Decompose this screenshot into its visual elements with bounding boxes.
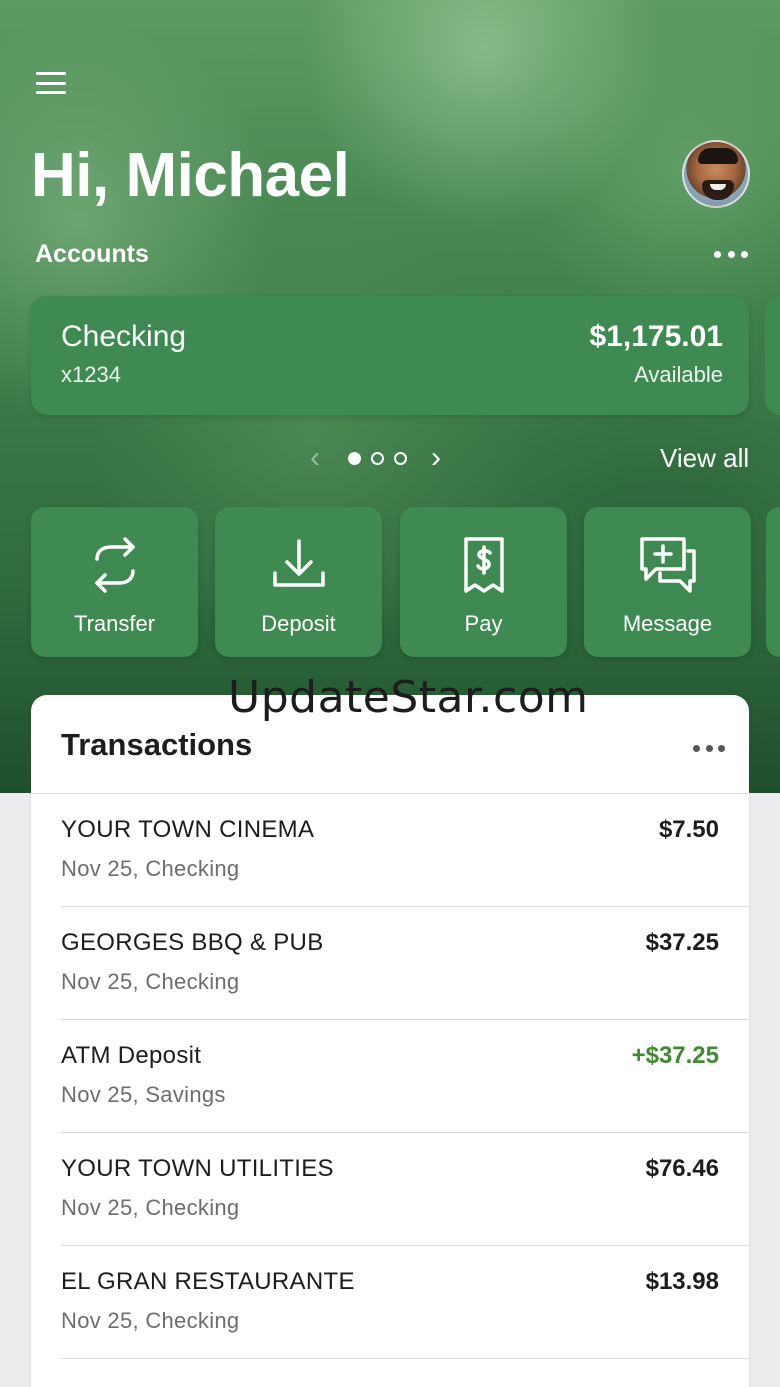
transaction-row[interactable]: ATM Deposit +$37.25 Nov 25, Savings <box>61 1020 749 1133</box>
account-number: x1234 <box>61 362 121 387</box>
action-next[interactable] <box>766 507 780 657</box>
transaction-date-account: Nov 25, Savings <box>61 1082 226 1107</box>
transfer-button[interactable]: Transfer <box>31 507 198 657</box>
transaction-row[interactable]: GEORGES BBQ & PUB $37.25 Nov 25, Checkin… <box>61 907 749 1020</box>
transactions-panel: Transactions YOUR TOWN CINEMA $7.50 Nov … <box>31 695 749 1387</box>
transaction-merchant: ATM Deposit <box>61 1042 202 1069</box>
transfer-label: Transfer <box>73 611 156 636</box>
pay-label: Pay <box>464 611 503 636</box>
transaction-amount: $7.50 <box>658 816 719 843</box>
account-pager: ‹ › <box>310 442 470 474</box>
bill-receipt-dollar-icon <box>463 537 504 593</box>
transaction-row[interactable]: YOUR TOWN UTILITIES $76.46 Nov 25, Check… <box>61 1133 749 1246</box>
account-balance: $1,175.01 <box>589 320 723 353</box>
accounts-label: Accounts <box>35 240 149 268</box>
account-name: Checking <box>61 320 187 353</box>
message-plus-icon <box>639 537 696 593</box>
transactions-title: Transactions <box>61 727 253 762</box>
greeting-title: Hi, Michael <box>31 141 350 210</box>
view-all-link[interactable]: View all <box>660 443 749 474</box>
watermark-text: UpdateStar.com <box>228 672 589 723</box>
account-balance-label: Available <box>634 362 723 387</box>
transaction-amount: $37.25 <box>645 929 719 956</box>
deposit-button[interactable]: Deposit <box>215 507 382 657</box>
transaction-date-account: Nov 25, Checking <box>61 969 240 994</box>
transaction-amount: +$37.25 <box>631 1042 719 1069</box>
message-label: Message <box>622 611 713 636</box>
account-card-checking[interactable]: Checking x1234 $1,175.01 Available <box>31 296 749 415</box>
transaction-row[interactable]: EL GRAN RESTAURANTE $13.98 Nov 25, Check… <box>61 1246 749 1359</box>
pager-dot-2[interactable] <box>371 451 384 465</box>
transaction-merchant: YOUR TOWN UTILITIES <box>61 1155 334 1182</box>
hamburger-menu-icon[interactable] <box>36 70 70 96</box>
transaction-row[interactable]: YOUR TOWN CINEMA $7.50 Nov 25, Checking <box>61 794 749 907</box>
chevron-left-icon[interactable]: ‹ <box>310 443 320 473</box>
pager-dot-3[interactable] <box>394 451 407 465</box>
transaction-date-account: Nov 25, Checking <box>61 1308 240 1333</box>
deposit-label: Deposit <box>261 611 336 636</box>
transactions-ellipsis-icon[interactable] <box>693 741 725 755</box>
accounts-ellipsis-icon[interactable] <box>714 244 748 264</box>
transaction-amount: $76.46 <box>645 1155 719 1182</box>
transaction-date-account: Nov 25, Checking <box>61 856 240 881</box>
chevron-right-icon[interactable]: › <box>431 443 441 473</box>
deposit-download-icon <box>272 539 325 587</box>
transaction-merchant: GEORGES BBQ & PUB <box>61 929 324 956</box>
transaction-date-account: Nov 25, Checking <box>61 1195 240 1220</box>
transaction-merchant: EL GRAN RESTAURANTE <box>61 1268 355 1295</box>
transaction-amount: $13.98 <box>645 1268 719 1295</box>
pager-dot-1[interactable] <box>348 451 361 465</box>
transfer-arrows-icon <box>94 537 135 593</box>
account-card-next[interactable] <box>765 296 780 415</box>
transaction-merchant: YOUR TOWN CINEMA <box>61 816 315 843</box>
profile-avatar[interactable] <box>682 140 750 208</box>
pay-button[interactable]: Pay <box>400 507 567 657</box>
message-button[interactable]: Message <box>584 507 751 657</box>
